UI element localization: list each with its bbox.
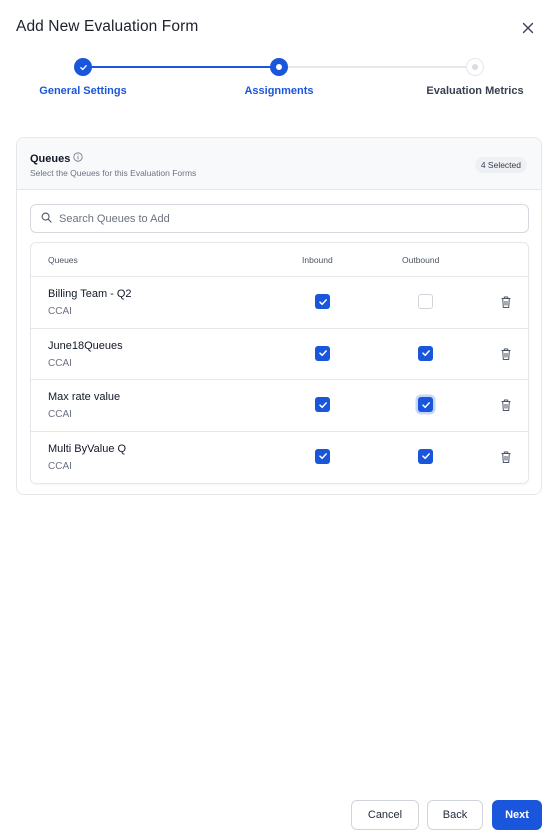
inbound-checkbox[interactable] [315, 294, 330, 309]
table-header: Queues Inbound Outbound [31, 243, 528, 277]
step-label-assignments[interactable]: Assignments [244, 85, 313, 97]
outbound-checkbox[interactable] [418, 294, 433, 309]
column-header-outbound: Outbound [402, 255, 440, 265]
step-completed-check-icon[interactable] [74, 58, 92, 76]
stepper-line-completed [83, 66, 279, 68]
close-icon[interactable] [519, 18, 537, 38]
table-row: June18Queues CCAI [31, 329, 528, 380]
inbound-checkbox[interactable] [315, 397, 330, 412]
queue-name: Max rate value [48, 391, 121, 403]
queue-name: Billing Team - Q2 [48, 288, 132, 300]
table-row: Billing Team - Q2 CCAI [31, 277, 528, 329]
stepper: General Settings Assignments Evaluation … [0, 55, 555, 105]
queues-subtitle: Select the Queues for this Evaluation Fo… [30, 168, 197, 178]
queue-type: CCAI [48, 306, 72, 317]
step-active-indicator[interactable] [270, 58, 288, 76]
queues-card: Queues Select the Queues for this Evalua… [16, 137, 542, 495]
queue-name: June18Queues [48, 339, 123, 352]
search-icon [41, 210, 52, 228]
queues-title: Queues [30, 152, 71, 165]
dialog-header: Add New Evaluation Form [16, 18, 539, 40]
back-button[interactable]: Back [427, 800, 483, 830]
table-row: Max rate value CCAI [31, 380, 528, 432]
info-icon[interactable] [73, 152, 83, 165]
queue-type: CCAI [48, 460, 72, 472]
trash-icon[interactable] [500, 347, 512, 361]
inbound-checkbox[interactable] [315, 448, 330, 464]
queue-name: Multi ByValue Q [48, 442, 127, 455]
queue-type: CCAI [48, 357, 72, 369]
outbound-checkbox[interactable] [418, 397, 433, 412]
outbound-checkbox[interactable] [418, 448, 433, 464]
table-row: Multi ByValue Q CCAI [31, 432, 528, 484]
outbound-checkbox[interactable] [418, 345, 433, 361]
dialog-title: Add New Evaluation Form [16, 18, 199, 35]
queues-table: Queues Inbound Outbound Billing Team - Q… [30, 242, 529, 484]
step-label-evaluation-metrics[interactable]: Evaluation Metrics [426, 85, 523, 97]
column-header-queues: Queues [48, 255, 78, 265]
trash-icon[interactable] [500, 295, 512, 309]
next-button[interactable]: Next [492, 800, 542, 830]
trash-icon[interactable] [500, 398, 512, 412]
queue-type: CCAI [48, 409, 72, 420]
queues-title-wrap: Queues [30, 152, 83, 165]
step-upcoming-indicator[interactable] [466, 58, 484, 76]
queues-card-header: Queues Select the Queues for this Evalua… [17, 138, 541, 190]
column-header-inbound: Inbound [302, 255, 333, 265]
stepper-line-upcoming [279, 66, 475, 68]
step-label-general-settings[interactable]: General Settings [39, 85, 126, 97]
trash-icon[interactable] [500, 450, 512, 464]
search-queues-input[interactable] [59, 212, 499, 225]
search-box[interactable] [30, 204, 529, 233]
cancel-button[interactable]: Cancel [351, 800, 419, 830]
inbound-checkbox[interactable] [315, 345, 330, 361]
selected-count-badge: 4 Selected [474, 157, 527, 173]
